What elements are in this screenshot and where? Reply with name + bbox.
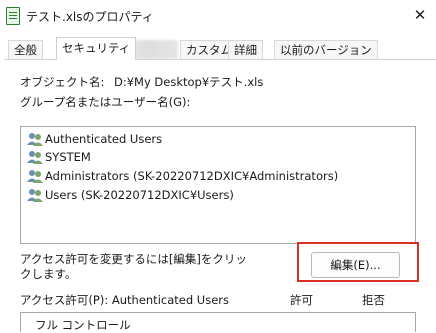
group-list-label: グループ名またはユーザー名(G): bbox=[20, 95, 191, 109]
users-group-icon bbox=[27, 133, 43, 146]
users-group-icon bbox=[27, 170, 43, 183]
user-list[interactable]: Authenticated Users SYSTEM Administrator… bbox=[20, 126, 416, 244]
change-hint-line2: クします。 bbox=[20, 267, 77, 281]
tab-previous-versions[interactable]: 以前のバージョン bbox=[274, 40, 378, 59]
tab-general[interactable]: 全般 bbox=[8, 40, 43, 59]
permissions-label: アクセス許可(P): Authenticated Users bbox=[20, 293, 229, 307]
users-group-icon bbox=[27, 189, 43, 202]
object-name-label: オブジェクト名: bbox=[20, 75, 105, 89]
title-bar: テスト.xlsのプロパティ ✕ bbox=[0, 0, 436, 34]
object-name-value: D:¥My Desktop¥テスト.xls bbox=[114, 75, 264, 89]
user-name: Authenticated Users bbox=[45, 132, 163, 146]
users-group-icon bbox=[27, 151, 43, 164]
close-icon[interactable]: ✕ bbox=[410, 5, 430, 25]
user-name: Users (SK-20220712DXIC¥Users) bbox=[45, 188, 234, 202]
deny-column-header: 拒否 bbox=[362, 293, 385, 307]
user-name: Administrators (SK-20220712DXIC¥Administ… bbox=[45, 169, 339, 183]
allow-column-header: 許可 bbox=[290, 293, 313, 307]
tab-security[interactable]: セキュリティ bbox=[56, 37, 137, 60]
permission-name: フル コントロール bbox=[35, 318, 131, 332]
window-title: テスト.xlsのプロパティ bbox=[26, 10, 154, 24]
user-name: SYSTEM bbox=[45, 150, 91, 164]
change-hint-line1: アクセス許可を変更するには[編集]をクリッ bbox=[20, 252, 247, 266]
excel-file-icon bbox=[6, 7, 20, 25]
tab-details[interactable]: 詳細 bbox=[228, 40, 263, 59]
edit-button[interactable]: 編集(E)... bbox=[311, 252, 400, 278]
permissions-list: フル コントロール bbox=[20, 312, 416, 332]
